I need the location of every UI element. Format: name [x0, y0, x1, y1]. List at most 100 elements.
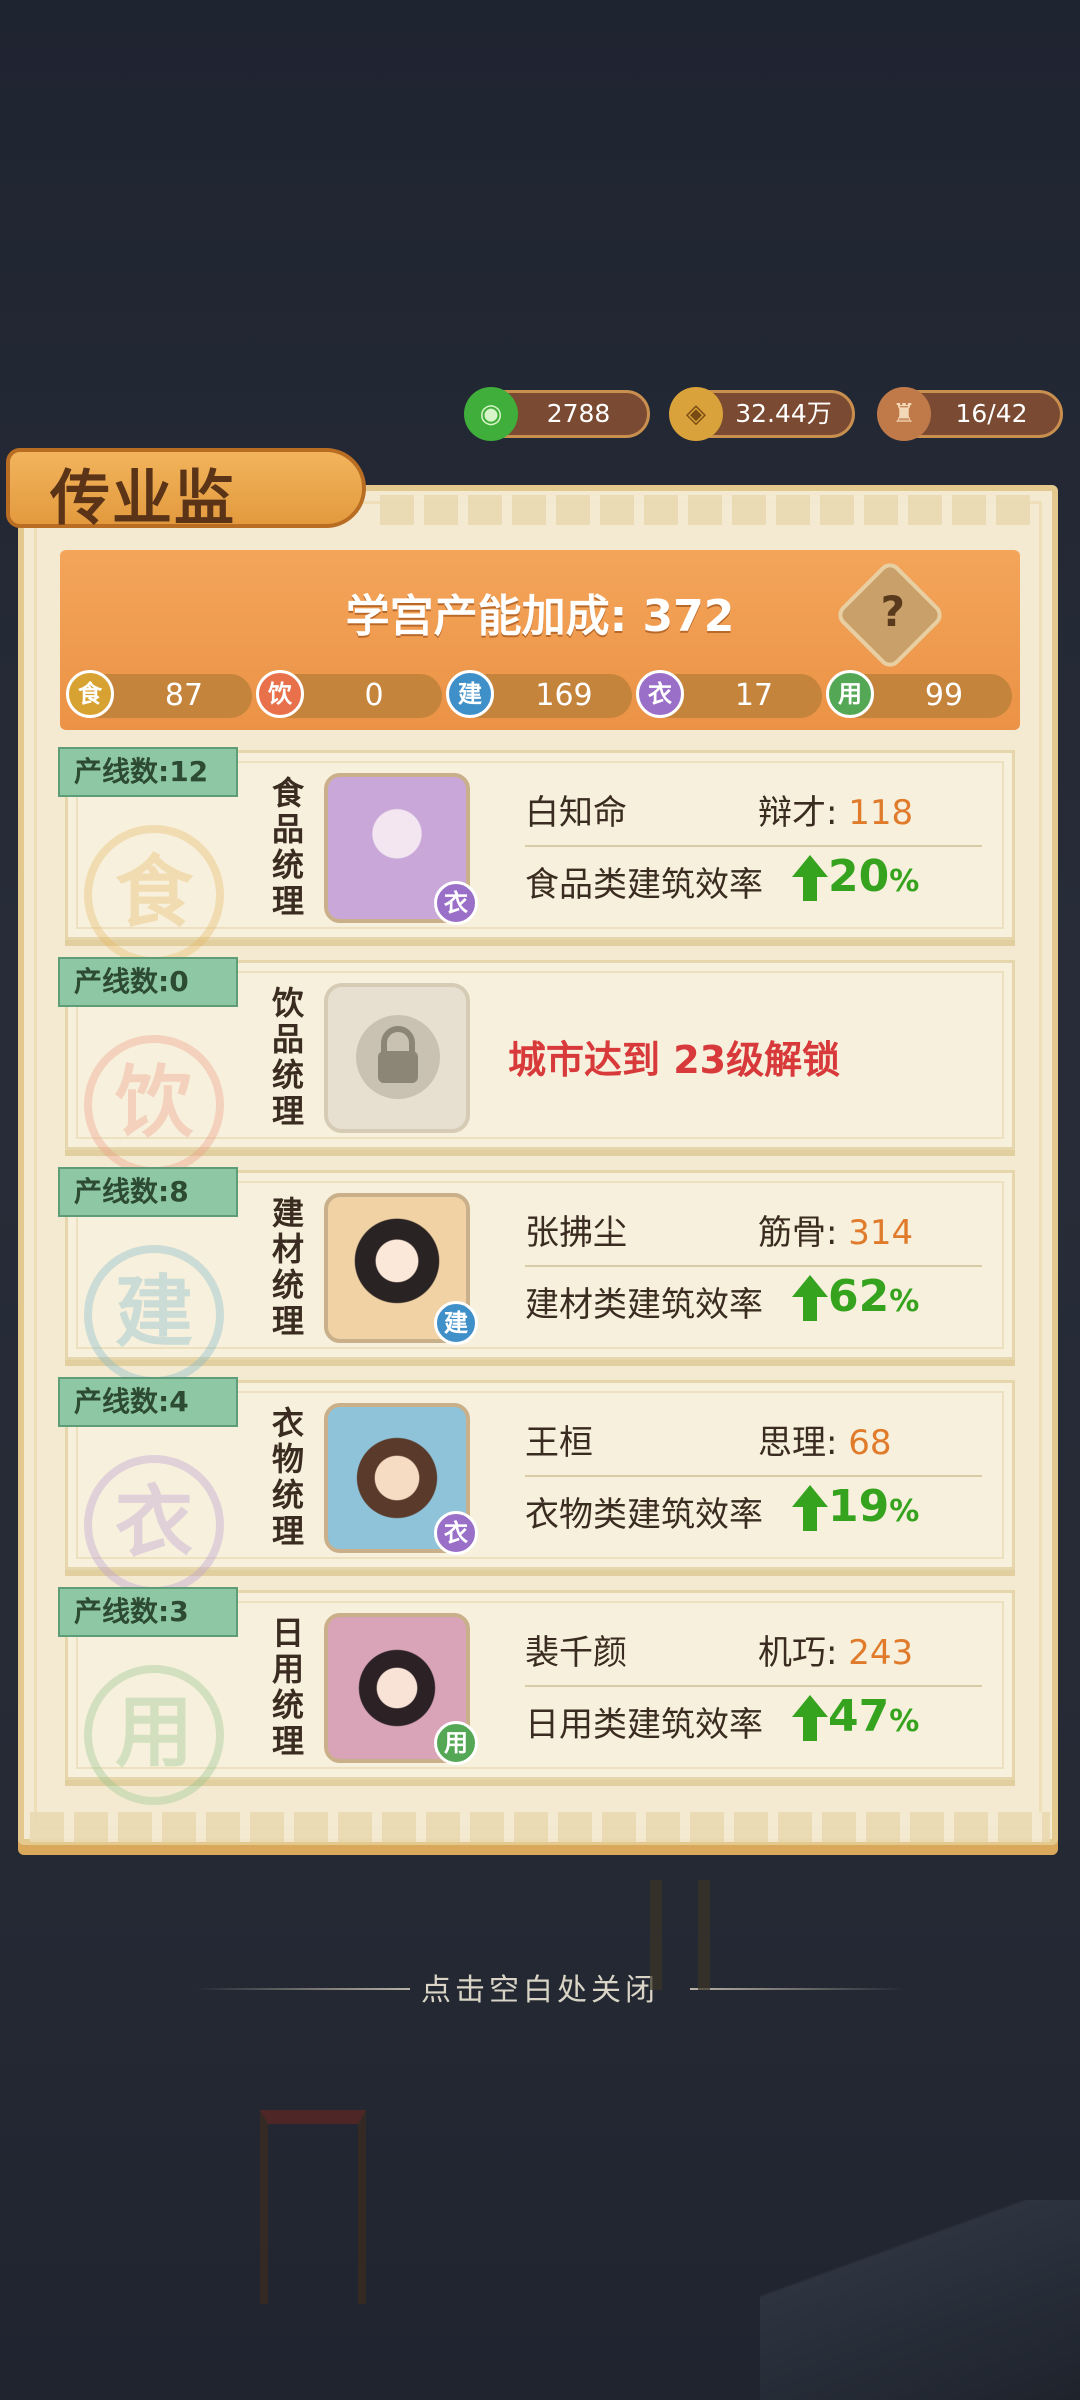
attribute-value: 118 [848, 793, 914, 833]
efficiency-value: 20% [828, 851, 919, 902]
stat-drink-value: 0 [364, 678, 384, 713]
line-count-tag: 产线数:4 [58, 1377, 238, 1427]
bonus-value: 372 [642, 591, 735, 642]
copper-coin-icon: ◈ [669, 387, 723, 441]
line-count-tag: 产线数:8 [58, 1167, 238, 1217]
food-icon: 食 [66, 670, 114, 718]
resource-jade-value: 2788 [546, 399, 611, 428]
daily-badge-icon: 用 [434, 1721, 478, 1765]
efficiency-value: 47% [828, 1691, 919, 1742]
bonus-label: 学宫产能加成: [345, 591, 628, 642]
drink-seal-icon: 饮 [84, 1035, 224, 1175]
percent-sign: % [889, 864, 920, 899]
manager-name: 王桓 [525, 1423, 593, 1463]
attribute-label: 筋骨: [758, 1213, 838, 1253]
worker-icon: ♜ [877, 387, 931, 441]
stat-clothing-value: 17 [734, 678, 774, 713]
resource-copper[interactable]: ◈ 32.44万 [669, 387, 855, 441]
manager-role-label: 食品统理 [271, 774, 304, 920]
help-icon: ? [880, 587, 906, 637]
locked-slot[interactable] [324, 983, 470, 1133]
panel-pattern-bottom [30, 1812, 1050, 1842]
resource-workers[interactable]: ♜ 16/42 [877, 387, 1063, 441]
manager-role-label: 建材统理 [271, 1194, 304, 1340]
resource-workers-value: 16/42 [955, 399, 1028, 428]
divider [525, 1685, 982, 1687]
attribute-value: 314 [848, 1213, 914, 1253]
divider [525, 1265, 982, 1267]
attribute-label: 思理: [758, 1423, 838, 1463]
line-count-tag: 产线数:0 [58, 957, 238, 1007]
manager-role-label: 饮品统理 [271, 984, 304, 1130]
line-count: 产线数:0 [74, 965, 189, 998]
line-count-tag: 产线数:3 [58, 1587, 238, 1637]
manager-attribute: 机巧: 243 [758, 1625, 913, 1674]
manager-role-label: 衣物统理 [271, 1404, 304, 1550]
efficiency-value: 19% [828, 1481, 919, 1532]
efficiency-label: 食品类建筑效率 [525, 865, 763, 905]
lock-icon [356, 1015, 440, 1099]
unlock-requirement: 城市达到 23级解锁 [508, 1038, 841, 1082]
jade-coin-icon: ◉ [464, 387, 518, 441]
drink-icon: 饮 [256, 670, 304, 718]
stat-drink: 饮 0 [256, 670, 442, 718]
clothing-icon: 衣 [636, 670, 684, 718]
line-count: 产线数:3 [74, 1595, 189, 1628]
manager-name: 白知命 [525, 793, 627, 833]
arrow-up-icon [792, 1485, 828, 1531]
line-count: 产线数:12 [74, 755, 209, 788]
background-gate [260, 2110, 366, 2304]
manager-card-drink[interactable]: 饮 产线数:0 饮品统理 城市达到 23级解锁 [58, 957, 1015, 1175]
attribute-value: 68 [848, 1423, 892, 1463]
stat-build-value: 169 [535, 678, 593, 713]
manager-attribute: 思理: 68 [758, 1415, 892, 1464]
clothing-badge-icon: 衣 [434, 1511, 478, 1555]
percent-sign: % [889, 1704, 920, 1739]
build-seal-icon: 建 [84, 1245, 224, 1385]
attribute-label: 辩才: [758, 793, 838, 833]
page-title: 传业监 [50, 464, 236, 534]
efficiency-label: 建材类建筑效率 [525, 1285, 763, 1325]
food-seal-icon: 食 [84, 825, 224, 965]
efficiency-label: 衣物类建筑效率 [525, 1495, 763, 1535]
stat-daily-value: 99 [924, 678, 964, 713]
stat-food-value: 87 [164, 678, 204, 713]
manager-card-build[interactable]: 建 产线数:8 建材统理 建 张拂尘 筋骨: 314 建材类建筑效率 62% [58, 1167, 1015, 1385]
divider [525, 845, 982, 847]
manager-name: 张拂尘 [525, 1213, 627, 1253]
efficiency-number: 47 [828, 1691, 890, 1742]
efficiency-number: 62 [828, 1271, 890, 1322]
title-banner: 传业监 [0, 440, 370, 534]
percent-sign: % [889, 1494, 920, 1529]
manager-card-food[interactable]: 食 产线数:12 食品统理 衣 白知命 辩才: 118 食品类建筑效率 20% [58, 747, 1015, 965]
stat-clothing: 衣 17 [636, 670, 822, 718]
line-count: 产线数:4 [74, 1385, 189, 1418]
resource-copper-value: 32.44万 [735, 399, 832, 428]
close-hint[interactable]: 点击空白处关闭 [0, 1965, 1080, 2009]
stat-daily: 用 99 [826, 670, 1012, 718]
panel-pattern-top [380, 495, 1030, 525]
manager-attribute: 辩才: 118 [758, 785, 913, 834]
stat-food: 食 87 [66, 670, 252, 718]
daily-seal-icon: 用 [84, 1665, 224, 1805]
arrow-up-icon [792, 1695, 828, 1741]
manager-attribute: 筋骨: 314 [758, 1205, 913, 1254]
manager-card-daily[interactable]: 用 产线数:3 日用统理 用 裴千颜 机巧: 243 日用类建筑效率 47% [58, 1587, 1015, 1805]
daily-icon: 用 [826, 670, 874, 718]
arrow-up-icon [792, 855, 828, 901]
help-button[interactable]: ? [833, 558, 947, 672]
line-count: 产线数:8 [74, 1175, 189, 1208]
percent-sign: % [889, 1284, 920, 1319]
attribute-label: 机巧: [758, 1633, 838, 1673]
clothing-badge-icon: 衣 [434, 881, 478, 925]
build-icon: 建 [446, 670, 494, 718]
arrow-up-icon [792, 1275, 828, 1321]
resource-jade[interactable]: ◉ 2788 [464, 387, 650, 441]
efficiency-number: 19 [828, 1481, 890, 1532]
attribute-value: 243 [848, 1633, 914, 1673]
manager-card-clothing[interactable]: 衣 产线数:4 衣物统理 衣 王桓 思理: 68 衣物类建筑效率 19% [58, 1377, 1015, 1595]
stat-build: 建 169 [446, 670, 632, 718]
background-roof [760, 2200, 1080, 2400]
bonus-header: 学宫产能加成: 372 ? 食 87 饮 0 建 169 衣 17 用 99 [60, 550, 1020, 730]
efficiency-label: 日用类建筑效率 [525, 1705, 763, 1745]
